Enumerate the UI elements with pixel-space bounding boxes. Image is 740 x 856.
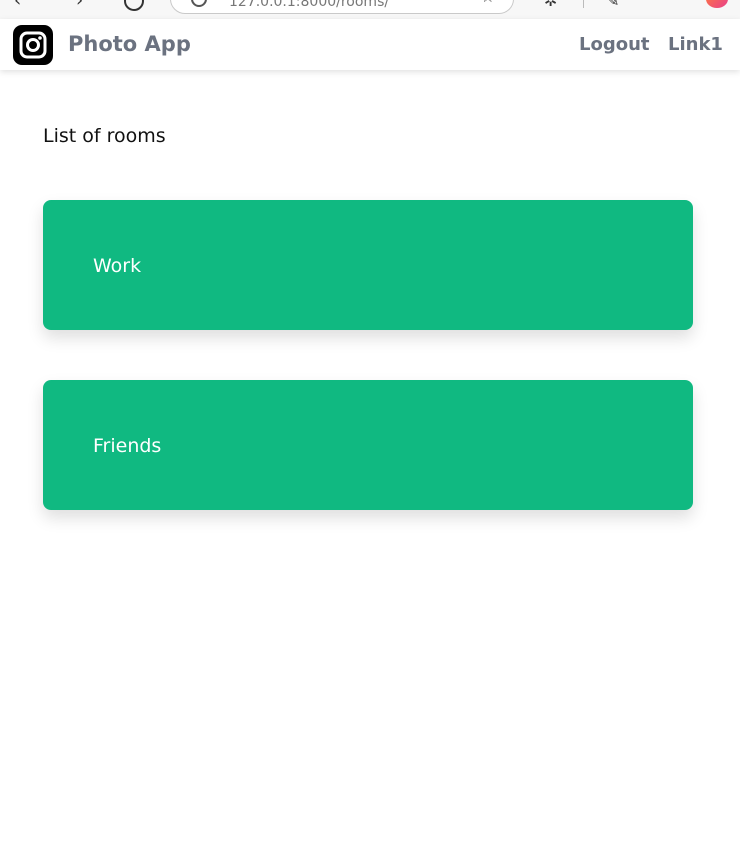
bookmark-star-icon[interactable]: ☆ [481, 0, 495, 6]
room-name: Friends [93, 435, 162, 457]
favorites-icon[interactable]: ✎ [606, 0, 619, 10]
room-card-friends[interactable]: Friends [43, 380, 693, 510]
back-icon[interactable]: ‹ [14, 0, 21, 10]
page-title: List of rooms [43, 125, 166, 147]
toolbar-divider [583, 0, 584, 8]
instagram-camera-icon[interactable] [13, 25, 53, 65]
url-text: 127.0.0.1:8000/rooms/ [229, 0, 390, 10]
room-name: Work [93, 255, 142, 277]
extensions-icon[interactable]: ✲ [544, 0, 557, 10]
forward-icon[interactable]: › [76, 0, 83, 10]
site-info-icon[interactable] [191, 0, 207, 7]
profile-avatar[interactable] [706, 0, 728, 8]
logout-link[interactable]: Logout [579, 34, 650, 55]
room-card-work[interactable]: Work [43, 200, 693, 330]
app-title[interactable]: Photo App [68, 32, 191, 56]
browser-toolbar: ‹ › 127.0.0.1:8000/rooms/ ☆ ✲ ✎ [0, 0, 740, 19]
app-navbar: Photo App Logout Link1 [0, 19, 740, 70]
link1-link[interactable]: Link1 [668, 34, 723, 55]
refresh-icon[interactable] [124, 0, 144, 11]
address-bar[interactable]: 127.0.0.1:8000/rooms/ ☆ [170, 0, 514, 14]
